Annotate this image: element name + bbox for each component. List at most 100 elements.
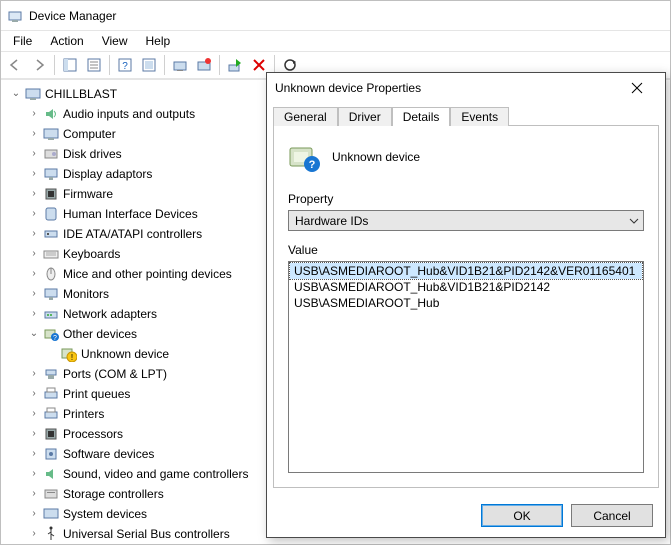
expand-icon[interactable]: › — [27, 487, 41, 501]
computer-icon — [43, 126, 59, 142]
expand-icon[interactable]: › — [27, 427, 41, 441]
properties-button[interactable] — [82, 53, 106, 77]
other-icon: ? — [43, 326, 59, 342]
toolbar-separator — [164, 55, 165, 75]
expand-icon[interactable]: › — [27, 267, 41, 281]
value-label: Value — [288, 243, 644, 257]
tab-details[interactable]: Details — [392, 107, 451, 126]
tab-general[interactable]: General — [273, 107, 338, 126]
storage-icon — [43, 486, 59, 502]
expand-icon[interactable]: › — [27, 447, 41, 461]
value-listbox[interactable]: USB\ASMEDIAROOT_Hub&VID1B21&PID2142&VER0… — [288, 261, 644, 473]
root-label: CHILLBLAST — [43, 84, 119, 104]
firmware-icon — [43, 186, 59, 202]
expand-icon[interactable]: › — [27, 207, 41, 221]
close-button[interactable] — [617, 74, 657, 102]
expand-icon[interactable]: › — [27, 167, 41, 181]
expand-icon[interactable]: › — [27, 107, 41, 121]
svg-text:?: ? — [53, 335, 57, 342]
category-label: Mice and other pointing devices — [61, 264, 234, 284]
forward-button[interactable] — [27, 53, 51, 77]
value-item[interactable]: USB\ASMEDIAROOT_Hub&VID1B21&PID2142 — [290, 279, 642, 295]
computer-icon — [25, 86, 41, 102]
unknown-device-icon: ! — [61, 346, 77, 362]
category-label: System devices — [61, 504, 149, 524]
device-name: Unknown device — [332, 150, 420, 164]
expand-icon[interactable]: › — [27, 287, 41, 301]
back-button[interactable] — [3, 53, 27, 77]
category-label: Network adapters — [61, 304, 159, 324]
menu-view[interactable]: View — [94, 33, 136, 49]
property-dropdown[interactable]: Hardware IDs — [288, 210, 644, 231]
toolbar-separator — [109, 55, 110, 75]
menu-help[interactable]: Help — [138, 33, 179, 49]
ports-icon — [43, 366, 59, 382]
expand-icon[interactable]: › — [27, 407, 41, 421]
category-label: Ports (COM & LPT) — [61, 364, 169, 384]
category-label: Computer — [61, 124, 118, 144]
dialog-buttons: OK Cancel — [267, 494, 665, 537]
disk-icon — [43, 146, 59, 162]
properties-dialog: Unknown device Properties General Driver… — [266, 72, 666, 538]
dialog-titlebar: Unknown device Properties — [267, 73, 665, 103]
expand-icon[interactable]: › — [27, 507, 41, 521]
window-title: Device Manager — [29, 9, 116, 23]
expand-icon[interactable]: › — [27, 187, 41, 201]
property-label: Property — [288, 192, 644, 206]
update-driver-button[interactable] — [168, 53, 192, 77]
collapse-icon[interactable]: ⌄ — [27, 327, 41, 341]
ok-button[interactable]: OK — [481, 504, 563, 527]
cancel-button[interactable]: Cancel — [571, 504, 653, 527]
expand-icon[interactable]: › — [27, 307, 41, 321]
menu-file[interactable]: File — [5, 33, 40, 49]
show-hide-tree-button[interactable] — [58, 53, 82, 77]
display-icon — [43, 166, 59, 182]
sound-icon — [43, 466, 59, 482]
printer-icon — [43, 406, 59, 422]
tab-driver[interactable]: Driver — [338, 107, 392, 126]
keyboard-icon — [43, 246, 59, 262]
tab-events[interactable]: Events — [450, 107, 509, 126]
device-label: Unknown device — [79, 344, 171, 364]
category-label: Sound, video and game controllers — [61, 464, 250, 484]
uninstall-button[interactable] — [192, 53, 216, 77]
expand-icon[interactable]: › — [27, 527, 41, 541]
category-label: Universal Serial Bus controllers — [61, 524, 232, 544]
svg-text:!: ! — [71, 353, 73, 362]
category-label: Other devices — [61, 324, 139, 344]
audio-icon — [43, 106, 59, 122]
category-label: Software devices — [61, 444, 156, 464]
svg-text:?: ? — [309, 159, 316, 171]
expand-icon[interactable]: › — [27, 147, 41, 161]
value-item[interactable]: USB\ASMEDIAROOT_Hub&VID1B21&PID2142&VER0… — [290, 263, 642, 279]
device-header: ? Unknown device — [288, 140, 644, 174]
expand-icon[interactable]: › — [27, 247, 41, 261]
devmgr-icon — [7, 8, 23, 24]
scan-button[interactable] — [137, 53, 161, 77]
enable-button[interactable] — [223, 53, 247, 77]
expand-icon[interactable]: › — [27, 387, 41, 401]
category-label: Firmware — [61, 184, 115, 204]
network-icon — [43, 306, 59, 322]
category-label: Printers — [61, 404, 106, 424]
collapse-icon[interactable]: ⌄ — [9, 87, 23, 101]
dialog-title: Unknown device Properties — [275, 81, 421, 95]
category-label: Keyboards — [61, 244, 122, 264]
chevron-down-icon — [629, 216, 639, 226]
mouse-icon — [43, 266, 59, 282]
value-item[interactable]: USB\ASMEDIAROOT_Hub — [290, 295, 642, 311]
expand-icon[interactable]: › — [27, 227, 41, 241]
category-label: Print queues — [61, 384, 132, 404]
expand-icon[interactable]: › — [27, 367, 41, 381]
expand-icon[interactable]: › — [27, 127, 41, 141]
category-label: IDE ATA/ATAPI controllers — [61, 224, 204, 244]
help-button[interactable]: ? — [113, 53, 137, 77]
menu-action[interactable]: Action — [42, 33, 91, 49]
toolbar-separator — [219, 55, 220, 75]
ide-icon — [43, 226, 59, 242]
expand-icon[interactable]: › — [27, 467, 41, 481]
hid-icon — [43, 206, 59, 222]
monitor-icon — [43, 286, 59, 302]
category-label: Human Interface Devices — [61, 204, 200, 224]
category-label: Audio inputs and outputs — [61, 104, 197, 124]
